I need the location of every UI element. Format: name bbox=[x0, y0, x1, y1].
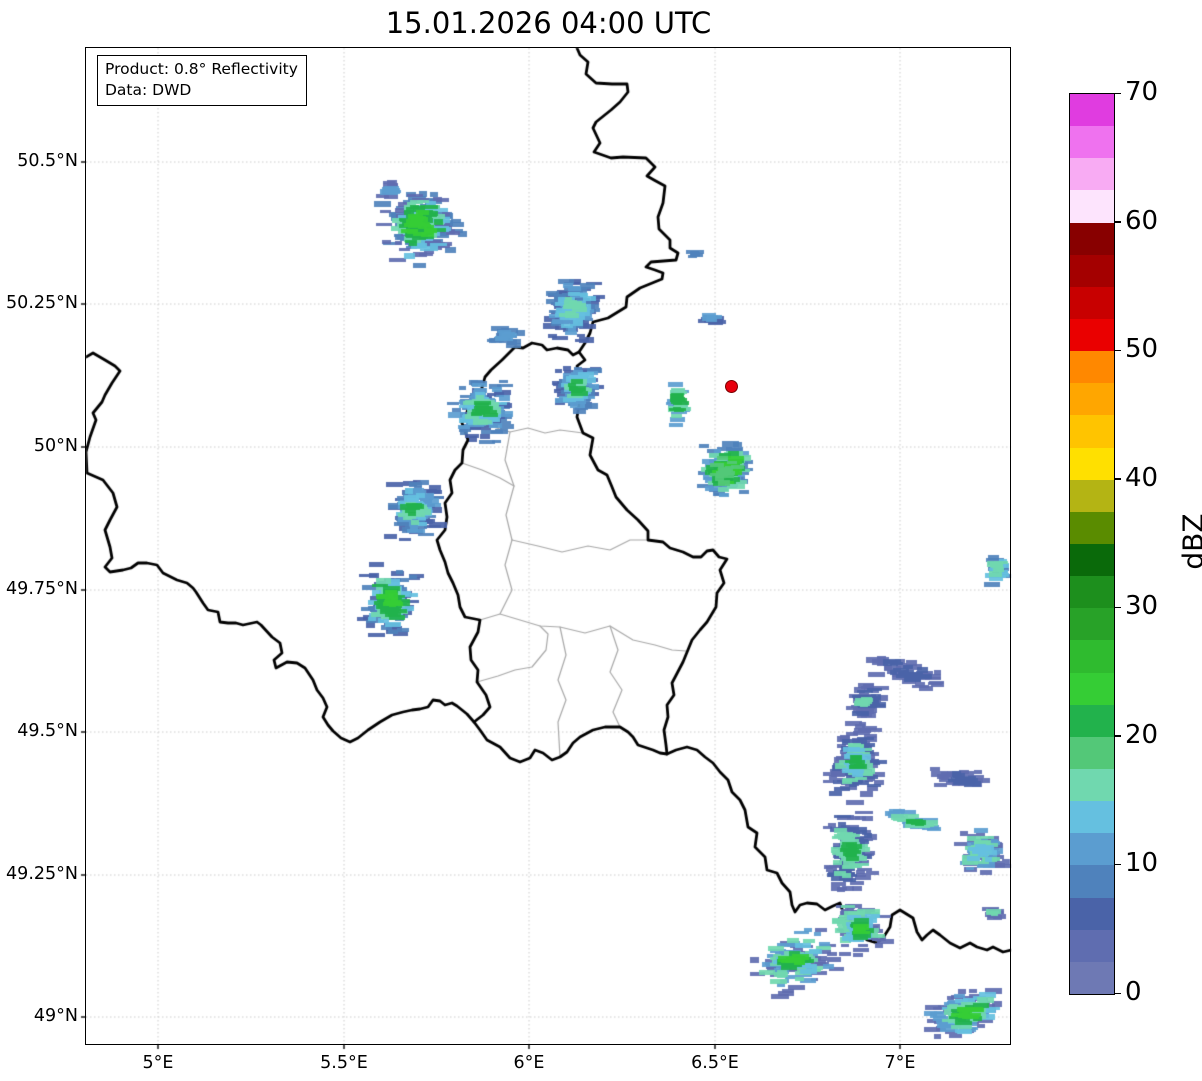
colorbar-segment bbox=[1070, 415, 1114, 448]
figure-title: 15.01.2026 04:00 UTC bbox=[385, 6, 712, 40]
colorbar-tickmark bbox=[1114, 863, 1121, 866]
colorbar-segment bbox=[1070, 190, 1114, 223]
x-tick-label: 7°E bbox=[884, 1053, 916, 1073]
radar-figure: 15.01.2026 04:00 UTC Product: 0.8° Refle… bbox=[0, 0, 1202, 1081]
colorbar-segment bbox=[1070, 640, 1114, 673]
colorbar-segment bbox=[1070, 254, 1114, 287]
colorbar-segment bbox=[1070, 608, 1114, 641]
colorbar-segment bbox=[1070, 222, 1114, 255]
colorbar-tick-label: 10 bbox=[1125, 848, 1159, 879]
colorbar-tickmark bbox=[1114, 735, 1121, 737]
colorbar-segment bbox=[1070, 961, 1114, 994]
colorbar-segment bbox=[1070, 736, 1114, 769]
y-tick-label: 49.25°N bbox=[6, 864, 78, 884]
colorbar-segment bbox=[1070, 801, 1114, 834]
colorbar-tickmark bbox=[1114, 221, 1121, 223]
x-tick-label: 6.5°E bbox=[691, 1053, 739, 1073]
colorbar-segment bbox=[1070, 511, 1114, 544]
colorbar-segment bbox=[1070, 704, 1114, 737]
colorbar-tickmark bbox=[1114, 992, 1121, 994]
x-tick-label: 5.5°E bbox=[320, 1053, 368, 1073]
x-tick-label: 5°E bbox=[142, 1053, 174, 1073]
product-info-box: Product: 0.8° Reflectivity Data: DWD bbox=[97, 55, 307, 106]
colorbar-segment bbox=[1070, 479, 1114, 512]
colorbar-segment bbox=[1070, 929, 1114, 962]
data-source-line: Data: DWD bbox=[105, 80, 192, 99]
colorbar-tick-label: 0 bbox=[1125, 977, 1142, 1007]
colorbar-tickmark bbox=[1114, 92, 1121, 94]
colorbar-segment bbox=[1070, 576, 1114, 609]
colorbar-tick-label: 40 bbox=[1125, 462, 1159, 493]
colorbar-segment bbox=[1070, 318, 1114, 352]
colorbar-segment bbox=[1070, 768, 1114, 802]
y-tick-label: 50°N bbox=[33, 436, 78, 456]
colorbar-tickmark bbox=[1114, 606, 1121, 609]
colorbar-tick-label: 20 bbox=[1125, 719, 1159, 750]
colorbar-tick-label: 70 bbox=[1125, 77, 1159, 107]
colorbar-segment bbox=[1070, 543, 1114, 577]
y-tick-label: 50.25°N bbox=[6, 293, 78, 313]
colorbar-tickmark bbox=[1114, 478, 1121, 480]
colorbar-segment bbox=[1070, 351, 1114, 384]
radar-map-canvas bbox=[0, 0, 1202, 1081]
location-marker-dot bbox=[724, 379, 738, 393]
colorbar-tick-label: 60 bbox=[1125, 205, 1159, 236]
colorbar-segment bbox=[1070, 897, 1114, 930]
y-tick-label: 49.75°N bbox=[6, 579, 78, 599]
colorbar-segment bbox=[1070, 286, 1114, 319]
product-line: Product: 0.8° Reflectivity bbox=[105, 60, 298, 78]
colorbar-segment bbox=[1070, 158, 1114, 191]
x-tick-label: 6°E bbox=[513, 1053, 545, 1073]
colorbar-segment bbox=[1070, 383, 1114, 416]
y-tick-label: 49°N bbox=[33, 1006, 78, 1026]
colorbar-tickmark bbox=[1114, 349, 1121, 352]
y-tick-label: 49.5°N bbox=[17, 721, 78, 741]
colorbar-tick-label: 50 bbox=[1125, 334, 1159, 365]
colorbar bbox=[1069, 93, 1115, 995]
colorbar-segment bbox=[1070, 833, 1114, 866]
colorbar-segment bbox=[1070, 865, 1114, 898]
colorbar-axis-label: dBZ bbox=[1176, 513, 1202, 570]
colorbar-segment bbox=[1070, 94, 1114, 127]
colorbar-tick-label: 30 bbox=[1125, 591, 1159, 622]
colorbar-segment bbox=[1070, 672, 1114, 705]
colorbar-segment bbox=[1070, 447, 1114, 480]
y-tick-label: 50.5°N bbox=[17, 151, 78, 171]
colorbar-segment bbox=[1070, 126, 1114, 159]
